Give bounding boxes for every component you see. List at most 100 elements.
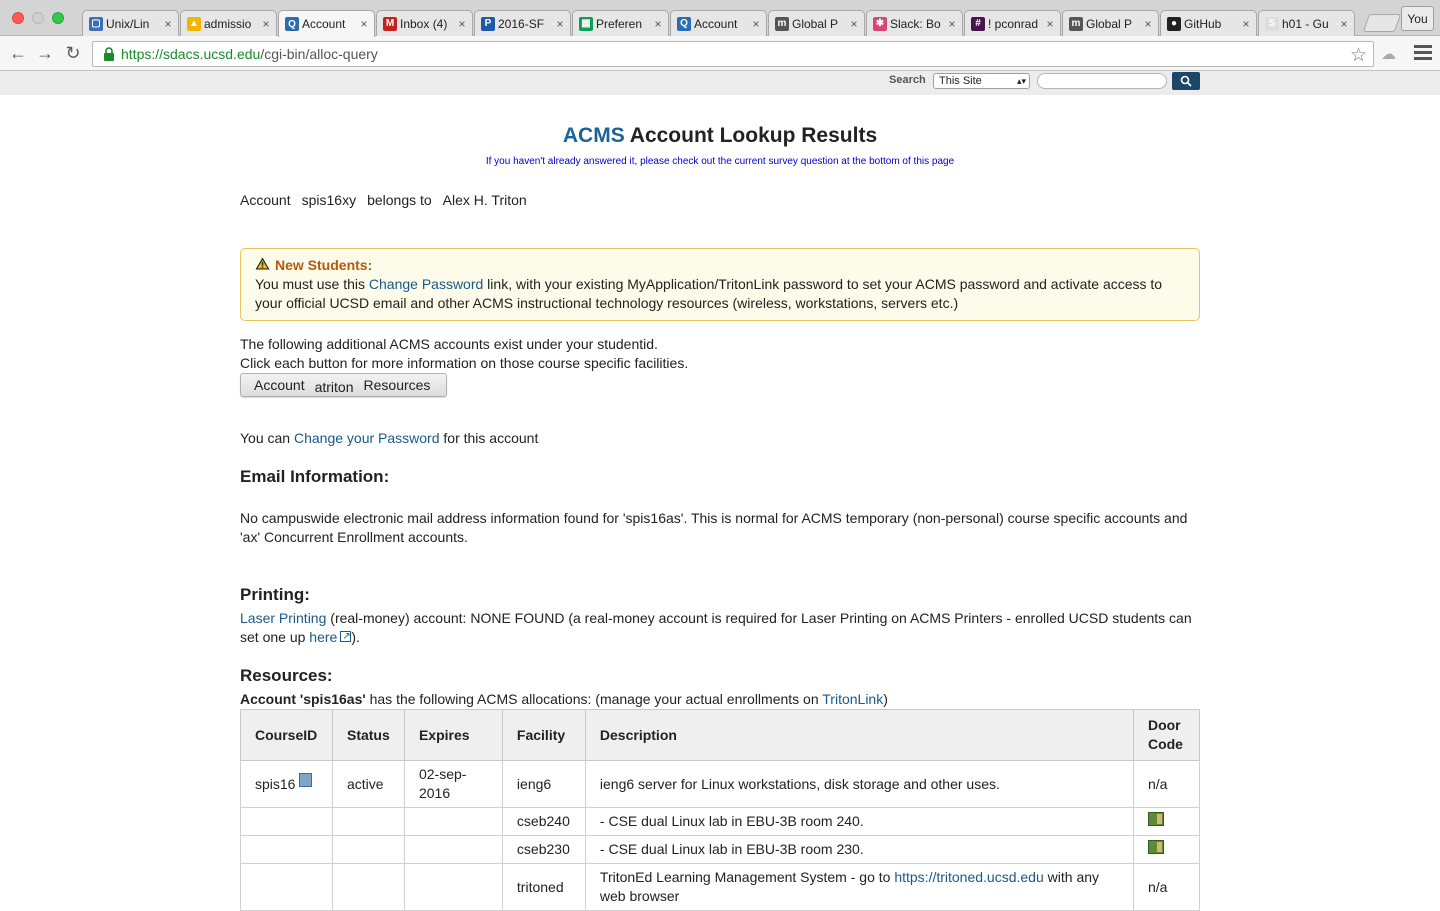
tab-favicon-icon: ▲ — [187, 16, 201, 31]
email-info-text: No campuswide electronic mail address in… — [240, 510, 1188, 545]
status-cell — [331, 807, 405, 836]
table-header-row: CourseID Status Expires Facility Descrip… — [240, 709, 1201, 761]
search-scope-select[interactable]: This Site ▴▾ — [933, 73, 1030, 89]
lock-icon — [99, 47, 119, 61]
tab-favicon-icon: ▦ — [579, 16, 593, 31]
survey-link[interactable]: If you haven't already answered it, plea… — [240, 156, 1200, 167]
browser-tab[interactable]: #! pconrad × — [964, 10, 1061, 36]
additional-accounts-text-1: The following additional ACMS accounts e… — [240, 336, 658, 352]
belongs-label: belongs to — [367, 192, 432, 208]
site-search-bar: Search This Site ▴▾ — [0, 71, 1440, 95]
site-search-input[interactable] — [1037, 73, 1167, 89]
additional-accounts-text-2: Click each button for more information o… — [240, 355, 689, 371]
tritonlink-link[interactable]: TritonLink — [822, 691, 883, 707]
browser-tab[interactable]: m Global P × — [1062, 10, 1159, 36]
profile-button[interactable]: You — [1401, 6, 1434, 31]
tab-close-icon[interactable]: × — [652, 17, 664, 31]
browser-tab[interactable]: Q Account × — [670, 10, 767, 36]
description-cell: ieng6 server for Linux workstations, dis… — [584, 760, 1134, 808]
browser-tab[interactable]: ▢ Unix/Lin × — [82, 10, 179, 36]
email-heading: Email Information: — [240, 467, 390, 486]
search-button[interactable] — [1172, 72, 1200, 90]
tab-close-icon[interactable]: × — [1044, 17, 1056, 31]
tab-label: Unix/Lin — [106, 16, 150, 31]
facility-cell: cseb240 — [501, 807, 586, 836]
tab-favicon-icon: S — [1265, 16, 1279, 31]
tab-label: Inbox (4) — [400, 16, 448, 31]
tritoned-link[interactable]: https://tritoned.ucsd.edu — [894, 869, 1043, 885]
door-code-icon[interactable] — [1147, 840, 1164, 854]
table-row: tritoned TritonEd Learning Management Sy… — [240, 863, 1201, 911]
cloud-extension-icon[interactable]: ☁ — [1381, 45, 1401, 63]
course-cell — [240, 807, 333, 836]
change-password-link[interactable]: Change Password — [369, 276, 483, 292]
status-cell — [331, 835, 405, 864]
status-cell: active — [331, 760, 405, 808]
tab-close-icon[interactable]: × — [848, 17, 860, 31]
tab-label: Global P — [1086, 16, 1133, 31]
course-cell — [240, 863, 333, 911]
browser-tab[interactable]: m Global P × — [768, 10, 865, 36]
browser-tab[interactable]: Q Account × — [278, 10, 375, 37]
account-owner-line: Account spis16xy belongs to Alex H. Trit… — [240, 192, 538, 208]
browser-tab[interactable]: M Inbox (4) × — [376, 10, 473, 36]
door-code-cell: n/a — [1132, 760, 1201, 808]
tab-close-icon[interactable]: × — [554, 17, 566, 31]
close-window-button[interactable] — [12, 12, 24, 24]
tab-close-icon[interactable]: × — [260, 17, 272, 31]
tab-label: Account — [302, 17, 346, 31]
header-status: Status — [331, 709, 405, 761]
tab-close-icon[interactable]: × — [1142, 17, 1154, 31]
zoom-window-button[interactable] — [52, 12, 64, 24]
printing-here-link[interactable]: here — [309, 629, 337, 645]
browser-tab[interactable]: Sh01 - Gu × — [1258, 10, 1355, 36]
tab-label: GitHub — [1184, 16, 1222, 31]
reload-icon[interactable]: ↻ — [63, 43, 83, 63]
hamburger-menu-icon[interactable] — [1414, 45, 1432, 63]
door-code-icon[interactable] — [1147, 812, 1164, 826]
notice-body: You must use this Change Password link, … — [255, 276, 1163, 311]
browser-tab[interactable]: ● GitHub × — [1160, 10, 1257, 36]
tab-label: admissio — [204, 16, 252, 31]
browser-tab[interactable]: ▲ admissio × — [180, 10, 277, 36]
table-row: cseb230 - CSE dual Linux lab in EBU-3B r… — [240, 835, 1201, 864]
table-row: cseb240 - CSE dual Linux lab in EBU-3B r… — [240, 807, 1201, 836]
bookmark-star-icon[interactable]: ☆ — [1350, 44, 1367, 67]
status-cell — [331, 863, 405, 911]
tab-close-icon[interactable]: × — [1338, 17, 1350, 31]
address-bar[interactable]: https://sdacs.ucsd.edu/cgi-bin/alloc-que… — [92, 41, 1374, 67]
tab-strip: ▢ Unix/Lin × ▲ admissio × Q Account × M Inbox (4) ×… — [82, 10, 1356, 37]
laser-printing-link[interactable]: Laser Printing — [240, 610, 326, 626]
header-door-code: Door Code — [1132, 709, 1201, 761]
account-label: Account — [240, 192, 291, 208]
expires-cell: 02-sep-2016 — [403, 760, 503, 808]
header-courseid: CourseID — [240, 709, 333, 761]
tab-close-icon[interactable]: × — [358, 17, 370, 31]
account-resources-button[interactable]: Account atriton Resources — [240, 373, 447, 397]
forward-icon[interactable]: → — [35, 43, 55, 63]
tab-close-icon[interactable]: × — [456, 17, 468, 31]
tab-close-icon[interactable]: × — [946, 17, 958, 31]
tab-favicon-icon: Q — [285, 17, 299, 31]
new-tab-button[interactable] — [1362, 14, 1402, 32]
browser-tab[interactable]: P 2016-SF × — [474, 10, 571, 36]
browser-toolbar: ← → ↻ https://sdacs.ucsd.edu/cgi-bin/all… — [0, 36, 1440, 71]
expires-cell — [403, 863, 503, 911]
tab-favicon-icon: P — [481, 16, 495, 31]
browser-tab[interactable]: ✱ Slack: Bo × — [866, 10, 963, 36]
tab-close-icon[interactable]: × — [750, 17, 762, 31]
tab-favicon-icon: # — [971, 16, 985, 31]
change-your-password-link[interactable]: Change your Password — [294, 430, 440, 446]
tab-close-icon[interactable]: × — [1240, 17, 1252, 31]
facility-cell: cseb230 — [501, 835, 586, 864]
header-description: Description — [584, 709, 1134, 761]
browser-tab[interactable]: ▦ Preferen × — [572, 10, 669, 36]
new-students-notice: New Students: You must use this Change P… — [240, 248, 1200, 321]
description-cell: - CSE dual Linux lab in EBU-3B room 240. — [584, 807, 1134, 836]
back-icon[interactable]: ← — [8, 43, 28, 63]
tab-close-icon[interactable]: × — [162, 17, 174, 31]
edit-icon[interactable] — [299, 772, 313, 787]
account-id: spis16xy — [301, 192, 357, 208]
account-name: atriton — [314, 379, 354, 395]
minimize-window-button[interactable] — [32, 12, 44, 24]
